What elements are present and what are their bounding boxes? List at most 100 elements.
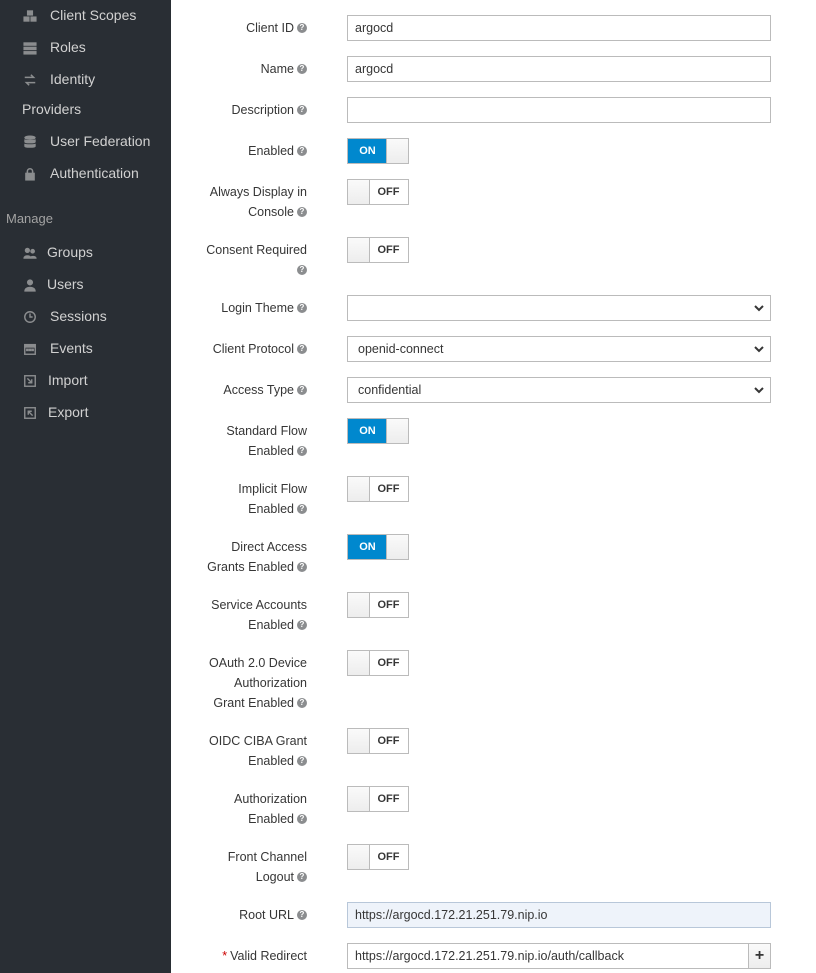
consent-required-toggle[interactable]: OFF xyxy=(347,237,409,263)
front-channel-logout-label: Front Channel Logout? xyxy=(227,850,307,884)
help-icon[interactable]: ? xyxy=(297,343,307,354)
toggle-state: OFF xyxy=(377,244,400,256)
help-icon[interactable]: ? xyxy=(297,909,307,920)
calendar-icon xyxy=(22,341,37,356)
help-icon[interactable]: ? xyxy=(297,445,307,456)
sidebar-item-users[interactable]: Users xyxy=(0,273,171,299)
toggle-state: OFF xyxy=(377,851,400,863)
sidebar-item-label: Identity xyxy=(50,71,96,87)
enabled-toggle[interactable]: ON xyxy=(347,138,409,164)
toggle-knob xyxy=(348,787,370,811)
sidebar-item-sessions[interactable]: Sessions xyxy=(0,305,171,331)
description-input[interactable] xyxy=(347,97,771,123)
help-icon[interactable]: ? xyxy=(297,871,307,882)
add-redirect-button[interactable]: + xyxy=(748,943,771,969)
help-icon[interactable]: ? xyxy=(297,813,307,824)
login-theme-select[interactable] xyxy=(347,295,771,321)
device-authorization-toggle[interactable]: OFF xyxy=(347,650,409,676)
sidebar-item-label: Roles xyxy=(50,39,86,55)
consent-required-label: Consent Required ? xyxy=(206,243,307,275)
chevron-down-icon xyxy=(754,346,764,353)
sidebar-item-groups[interactable]: Groups xyxy=(0,241,171,267)
valid-redirect-input[interactable] xyxy=(347,943,749,969)
ciba-grant-toggle[interactable]: OFF xyxy=(347,728,409,754)
toggle-knob xyxy=(386,419,408,443)
authorization-toggle[interactable]: OFF xyxy=(347,786,409,812)
database-icon xyxy=(22,134,37,149)
toggle-state: OFF xyxy=(377,793,400,805)
toggle-knob xyxy=(348,593,370,617)
select-value: confidential xyxy=(358,383,422,397)
toggle-knob xyxy=(348,180,370,204)
sidebar-item-label: Sessions xyxy=(50,308,107,324)
front-channel-logout-toggle[interactable]: OFF xyxy=(347,844,409,870)
sidebar-item-label-wrap: Providers xyxy=(22,101,82,117)
toggle-knob xyxy=(348,651,370,675)
toggle-knob xyxy=(348,845,370,869)
toggle-knob xyxy=(348,729,370,753)
direct-access-label: Direct Access Grants Enabled? xyxy=(207,540,307,574)
help-icon[interactable]: ? xyxy=(297,697,307,708)
service-accounts-toggle[interactable]: OFF xyxy=(347,592,409,618)
toggle-state: ON xyxy=(348,535,387,559)
sidebar-item-label: User Federation xyxy=(50,133,151,149)
enabled-label: Enabled? xyxy=(157,141,307,161)
help-icon[interactable]: ? xyxy=(297,302,307,313)
client-scopes-icon xyxy=(22,8,37,23)
clock-icon xyxy=(22,309,37,324)
root-url-input[interactable] xyxy=(347,902,771,928)
export-icon xyxy=(22,405,37,420)
toggle-knob xyxy=(386,139,408,163)
sidebar-item-export[interactable]: Export xyxy=(0,401,171,427)
access-type-select[interactable]: confidential xyxy=(347,377,771,403)
required-mark: * xyxy=(222,949,228,963)
sidebar-item-import[interactable]: Import xyxy=(0,369,171,395)
sidebar-item-label: Groups xyxy=(47,244,93,260)
direct-access-toggle[interactable]: ON xyxy=(347,534,409,560)
help-icon[interactable]: ? xyxy=(297,264,307,275)
valid-redirect-label: * Valid Redirect xyxy=(222,949,307,963)
help-icon[interactable]: ? xyxy=(297,384,307,395)
roles-icon xyxy=(22,40,37,55)
implicit-flow-toggle[interactable]: OFF xyxy=(347,476,409,502)
sidebar-item-label: Events xyxy=(50,340,93,356)
help-icon[interactable]: ? xyxy=(297,63,307,74)
help-icon[interactable]: ? xyxy=(297,22,307,33)
sidebar-item-user-federation[interactable]: User Federation xyxy=(0,130,171,156)
toggle-state: ON xyxy=(348,419,387,443)
chevron-down-icon xyxy=(754,305,764,312)
name-input[interactable] xyxy=(347,56,771,82)
help-icon[interactable]: ? xyxy=(297,755,307,766)
identity-providers-icon xyxy=(22,72,37,87)
help-icon[interactable]: ? xyxy=(297,145,307,156)
help-icon[interactable]: ? xyxy=(297,619,307,630)
sidebar-item-events[interactable]: Events xyxy=(0,337,171,363)
sidebar-item-label: Client Scopes xyxy=(50,7,137,23)
help-icon[interactable]: ? xyxy=(297,206,307,217)
implicit-flow-label: Implicit Flow Enabled? xyxy=(238,482,307,516)
help-icon[interactable]: ? xyxy=(297,503,307,514)
sidebar: Client Scopes Roles Identity Providers U… xyxy=(0,0,171,973)
toggle-knob xyxy=(386,535,408,559)
device-authorization-label: OAuth 2.0 Device Authorization Grant Ena… xyxy=(209,656,307,710)
toggle-state: OFF xyxy=(377,735,400,747)
client-settings-form: Client ID? Name? Description? Enabled? O… xyxy=(171,0,816,973)
help-icon[interactable]: ? xyxy=(297,561,307,572)
client-protocol-select[interactable]: openid-connect xyxy=(347,336,771,362)
sidebar-item-authentication[interactable]: Authentication xyxy=(0,162,171,188)
authorization-label: Authorization Enabled? xyxy=(234,792,307,826)
login-theme-label: Login Theme? xyxy=(157,298,307,318)
sidebar-item-identity-providers[interactable]: Identity xyxy=(0,68,171,94)
import-icon xyxy=(22,373,37,388)
always-display-toggle[interactable]: OFF xyxy=(347,179,409,205)
sidebar-item-client-scopes[interactable]: Client Scopes xyxy=(0,4,171,30)
toggle-knob xyxy=(348,477,370,501)
sidebar-item-label: Export xyxy=(48,404,89,420)
help-icon[interactable]: ? xyxy=(297,104,307,115)
standard-flow-toggle[interactable]: ON xyxy=(347,418,409,444)
client-id-input[interactable] xyxy=(347,15,771,41)
always-display-label: Always Display in Console? xyxy=(209,185,307,219)
chevron-down-icon xyxy=(754,387,764,394)
toggle-state: OFF xyxy=(377,657,400,669)
sidebar-item-roles[interactable]: Roles xyxy=(0,36,171,62)
